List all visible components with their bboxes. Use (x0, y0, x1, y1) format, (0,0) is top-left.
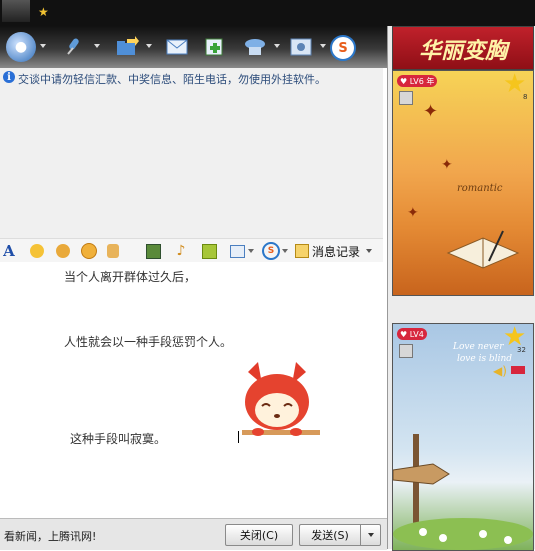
leaf-icon: ✦ (423, 101, 439, 122)
ad-banner[interactable]: 华丽变胸 (392, 26, 534, 70)
chevron-down-icon[interactable] (282, 249, 288, 253)
message-line: 人性就会以一种手段惩罚个人。 (64, 335, 233, 349)
close-icon[interactable] (511, 366, 525, 374)
soso-icon[interactable]: S (330, 35, 356, 61)
shake-icon[interactable] (80, 242, 98, 260)
history-label: 消息记录 (312, 244, 361, 259)
vip-icon (399, 91, 413, 105)
folder-send-icon[interactable] (112, 32, 142, 62)
chevron-down-icon[interactable] (94, 44, 100, 48)
microphone-icon[interactable] (58, 32, 88, 62)
level-badge: ♥ LV6 年 (397, 75, 438, 87)
vip-icon (399, 344, 413, 358)
notice-text: 交谈中请勿轻信汇款、中奖信息、陌生电话，勿使用外挂软件。 (18, 73, 326, 86)
magic-face-icon[interactable] (54, 242, 72, 260)
chevron-down-icon[interactable] (146, 44, 152, 48)
heart-icon: ♥ (400, 76, 408, 86)
chevron-down-icon[interactable] (366, 249, 373, 253)
star-count: 8 (523, 93, 528, 101)
close-button[interactable]: 关闭(C) (225, 524, 293, 546)
chevron-down-icon[interactable] (248, 249, 254, 253)
chevron-down-icon (367, 533, 374, 537)
fox-mascot-image (242, 362, 320, 436)
book-image (446, 230, 520, 269)
screenshot-icon[interactable] (228, 242, 246, 260)
add-app-icon[interactable] (200, 32, 230, 62)
message-history-button[interactable]: 消息记录 (295, 242, 373, 260)
status-bar: 看新闻，上腾讯网! 关闭(C) 发送(S) (0, 518, 387, 550)
art-text: romantic (457, 183, 503, 194)
soso-icon[interactable]: S (262, 242, 280, 260)
member-icon[interactable] (240, 32, 270, 62)
chevron-down-icon[interactable] (320, 44, 326, 48)
avatar[interactable] (2, 0, 30, 22)
speaker-icon[interactable]: ◀) (493, 364, 507, 378)
qq-show-self[interactable]: ♥ LV6 年 ★ 8 ✦ ✦ ✦ romantic (392, 70, 534, 296)
heart-icon: ♥ (400, 329, 408, 339)
settings-icon[interactable] (286, 32, 316, 62)
qq-show-friend[interactable]: ♥ LV4 ★ 32 Love never love is blind ◀) (392, 323, 534, 551)
chat-input-area[interactable]: 当个人离开群体过久后， 人性就会以一种手段惩罚个人。 这种手段叫寂寞。 (0, 262, 383, 517)
star-count: 32 (517, 346, 526, 354)
font-icon[interactable]: A (0, 242, 18, 260)
level-extra: 年 (426, 76, 435, 86)
ad-title: 华丽变胸 (418, 38, 507, 64)
level-badge: ♥ LV4 (397, 328, 427, 340)
main-toolbar: ● S (0, 26, 387, 68)
game-icon[interactable] (200, 242, 218, 260)
emoticon-icon[interactable] (28, 242, 46, 260)
news-link[interactable]: 看新闻，上腾讯网! (4, 528, 96, 544)
chevron-down-icon[interactable] (274, 44, 280, 48)
art-text: love is blind (457, 354, 513, 364)
show-panel: 华丽变胸 ♥ LV6 年 ★ 8 ✦ ✦ ✦ romantic ♥ LV4 ★ … (387, 26, 535, 551)
info-icon: i (3, 71, 15, 83)
send-button[interactable]: 发送(S) (299, 524, 360, 546)
history-icon (295, 244, 309, 258)
chevron-down-icon[interactable] (40, 44, 46, 48)
title-bar: ★ (0, 0, 535, 26)
music-icon[interactable]: ♪ (172, 242, 190, 260)
webcam-icon[interactable]: ● (6, 32, 36, 62)
text-cursor (238, 431, 239, 443)
level-label: LV4 (409, 329, 424, 339)
thumbs-up-icon[interactable] (104, 242, 122, 260)
image-icon[interactable] (144, 242, 162, 260)
message-line: 当个人离开群体过久后， (64, 270, 197, 284)
message-line: 这种手段叫寂寞。 (70, 432, 167, 446)
send-options-button[interactable] (360, 524, 381, 546)
leaf-icon: ✦ (407, 205, 419, 221)
format-toolbar: A ♪ S 消息记录 (0, 238, 383, 263)
level-label: LV6 (409, 76, 424, 86)
signpost-image (393, 434, 533, 550)
leaf-icon: ✦ (441, 157, 453, 173)
star-icon: ★ (38, 5, 49, 19)
art-text: Love never (453, 342, 504, 352)
notice-area: i 交谈中请勿轻信汇款、中奖信息、陌生电话，勿使用外挂软件。 (0, 68, 383, 240)
email-icon[interactable] (162, 32, 192, 62)
